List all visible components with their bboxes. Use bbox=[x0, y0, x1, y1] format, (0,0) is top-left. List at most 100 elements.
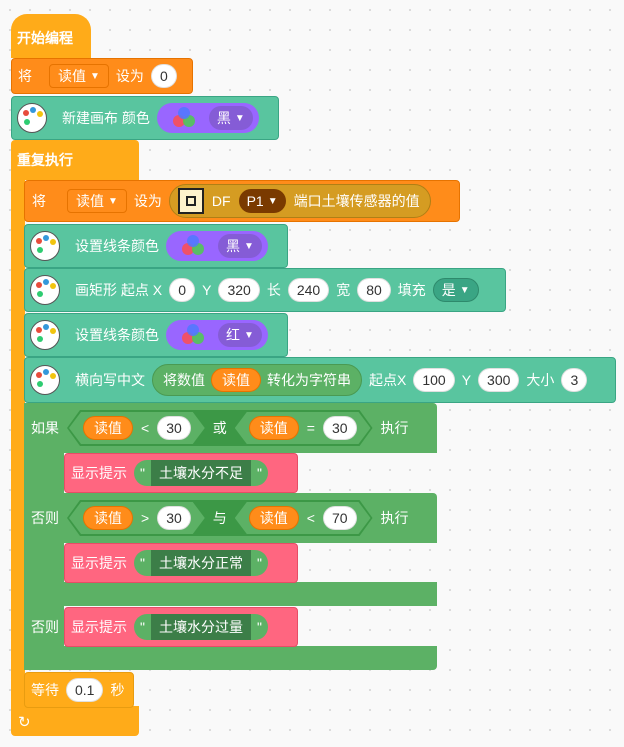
quote-open-icon: " bbox=[140, 619, 145, 635]
rect-width-label: 宽 bbox=[336, 282, 351, 298]
start-hat-label-row: 开始编程 bbox=[17, 24, 73, 52]
set-value-input[interactable]: 0 bbox=[150, 64, 177, 88]
palette-icon bbox=[30, 320, 60, 350]
text-y-input[interactable]: 300 bbox=[478, 368, 520, 392]
sensor-suffix: 端口土壤传感器的值 bbox=[293, 193, 420, 209]
tip-row-2: 显示提示 " 土壤水分正常 " bbox=[71, 549, 268, 577]
greater-than-condition[interactable]: 读值 > 30 bbox=[69, 502, 205, 534]
tip-text-input-3[interactable]: " 土壤水分过量 " bbox=[134, 614, 268, 640]
text-y-label: Y bbox=[461, 372, 472, 388]
cond3-value[interactable]: 30 bbox=[157, 506, 191, 530]
tip-label-1: 显示提示 bbox=[71, 465, 127, 481]
cond4-value[interactable]: 70 bbox=[323, 506, 357, 530]
convert-prefix: 将数值 bbox=[163, 372, 205, 388]
wait-row: 等待 0.1 秒 bbox=[31, 678, 124, 702]
tip-row-1: 显示提示 " 土壤水分不足 " bbox=[71, 459, 268, 487]
or-label: 或 bbox=[212, 420, 227, 436]
wait-value-input[interactable]: 0.1 bbox=[66, 678, 104, 702]
line-color-label-1: 设置线条颜色 bbox=[75, 238, 159, 254]
repeat-forever-arm bbox=[11, 180, 25, 710]
color-dropdown[interactable]: 黑 ▼ bbox=[208, 106, 253, 130]
if-label: 如果 bbox=[31, 420, 59, 436]
chevron-down-icon: ▼ bbox=[459, 284, 470, 296]
tip-row-3: 显示提示 " 土壤水分过量 " bbox=[71, 613, 268, 641]
cond1-variable[interactable]: 读值 bbox=[83, 416, 133, 440]
sensor-set-middle: 设为 bbox=[133, 193, 162, 209]
palette-icon bbox=[30, 365, 60, 395]
text-x-input[interactable]: 100 bbox=[413, 368, 455, 392]
set-sensor-row: 将 读值 ▼ 设为 DF P1 ▼ 端口土壤传感器的值 bbox=[32, 184, 431, 218]
line-color-label-2: 设置线条颜色 bbox=[75, 327, 159, 343]
less-than-condition[interactable]: 读值 < 30 bbox=[69, 412, 205, 444]
port-dropdown[interactable]: P1 ▼ bbox=[238, 189, 286, 213]
tip-text-1: 土壤水分不足 bbox=[150, 460, 251, 486]
chevron-down-icon: ▼ bbox=[90, 70, 100, 82]
wait-unit: 秒 bbox=[110, 682, 125, 698]
palette-icon bbox=[30, 231, 60, 261]
loop-arrow-icon: ↻ bbox=[18, 714, 31, 731]
color-dropdown-2[interactable]: 红 ▼ bbox=[218, 323, 262, 347]
convert-variable[interactable]: 读值 bbox=[211, 368, 261, 392]
write-text-label: 横向写中文 bbox=[75, 372, 145, 388]
cond1-value[interactable]: 30 bbox=[157, 416, 191, 440]
tip-label-2: 显示提示 bbox=[71, 555, 127, 571]
color-dropdown-label-1: 黑 bbox=[226, 238, 240, 254]
set-prefix: 将 bbox=[18, 68, 32, 84]
chevron-down-icon: ▼ bbox=[108, 195, 118, 207]
tip-text-2: 土壤水分正常 bbox=[150, 550, 251, 576]
cond4-variable[interactable]: 读值 bbox=[249, 506, 299, 530]
text-size-label: 大小 bbox=[526, 372, 555, 388]
rect-y-input[interactable]: 320 bbox=[218, 278, 260, 302]
else-if-label: 否则 bbox=[31, 510, 59, 526]
tip-label-3: 显示提示 bbox=[71, 619, 127, 635]
rect-width-input[interactable]: 80 bbox=[357, 278, 391, 302]
chevron-down-icon: ▼ bbox=[267, 195, 278, 207]
fill-dropdown[interactable]: 是 ▼ bbox=[432, 278, 479, 302]
chevron-down-icon: ▼ bbox=[244, 240, 254, 252]
if-row: 如果 读值 < 30 或 读值 = 30 执行 bbox=[31, 410, 409, 446]
and-label: 与 bbox=[212, 510, 227, 526]
rect-len-input[interactable]: 240 bbox=[287, 278, 330, 302]
soil-sensor-reporter[interactable]: DF P1 ▼ 端口土壤传感器的值 bbox=[168, 184, 431, 218]
less-than-condition-2[interactable]: 读值 < 70 bbox=[235, 502, 371, 534]
loop-icon-row: ↻ bbox=[18, 712, 31, 732]
else-if-row: 否则 读值 > 30 与 读值 < 70 执行 bbox=[31, 500, 409, 536]
color-picker[interactable]: 黑 ▼ bbox=[156, 103, 259, 133]
and-condition[interactable]: 读值 > 30 与 读值 < 70 bbox=[67, 500, 373, 536]
new-canvas-row: 新建画布 颜色 黑 ▼ bbox=[17, 102, 259, 134]
fill-dropdown-label: 是 bbox=[441, 282, 456, 298]
quote-close-icon: " bbox=[256, 619, 262, 635]
sensor-set-prefix: 将 bbox=[32, 193, 46, 209]
or-condition[interactable]: 读值 < 30 或 读值 = 30 bbox=[67, 410, 373, 446]
convert-suffix: 转化为字符串 bbox=[267, 372, 351, 388]
cond2-operator: = bbox=[306, 420, 315, 436]
tip-text-input-1[interactable]: " 土壤水分不足 " bbox=[134, 460, 268, 486]
text-size-input[interactable]: 3 bbox=[561, 368, 588, 392]
rect-len-label: 长 bbox=[266, 282, 281, 298]
equals-condition[interactable]: 读值 = 30 bbox=[235, 412, 371, 444]
tip-text-input-2[interactable]: " 土壤水分正常 " bbox=[134, 550, 268, 576]
cond4-operator: < bbox=[306, 510, 315, 526]
cond2-value[interactable]: 30 bbox=[323, 416, 357, 440]
cond3-operator: > bbox=[141, 510, 150, 526]
repeat-label-row: 重复执行 bbox=[17, 148, 73, 172]
else-bar-top bbox=[24, 582, 437, 606]
cond1-operator: < bbox=[141, 420, 150, 436]
else-label: 否则 bbox=[31, 619, 59, 635]
color-picker-1[interactable]: 黑 ▼ bbox=[166, 231, 268, 261]
to-string-reporter[interactable]: 将数值 读值 转化为字符串 bbox=[152, 364, 362, 396]
color-picker-2[interactable]: 红 ▼ bbox=[166, 320, 268, 350]
cond2-variable[interactable]: 读值 bbox=[249, 416, 299, 440]
sensor-variable-label: 读值 bbox=[76, 193, 104, 209]
set-variable-row: 将 读值 ▼ 设为 0 bbox=[18, 64, 177, 88]
quote-open-icon: " bbox=[140, 555, 145, 571]
rect-x-input[interactable]: 0 bbox=[169, 278, 196, 302]
sensor-variable-dropdown[interactable]: 读值 ▼ bbox=[67, 189, 127, 213]
rect-label: 画矩形 起点 X bbox=[75, 282, 163, 298]
rgb-circles-icon bbox=[182, 235, 204, 257]
set-middle: 设为 bbox=[115, 68, 144, 84]
color-dropdown-1[interactable]: 黑 ▼ bbox=[218, 234, 262, 258]
variable-dropdown[interactable]: 读值 ▼ bbox=[49, 64, 109, 88]
cond3-variable[interactable]: 读值 bbox=[83, 506, 133, 530]
start-hat-label: 开始编程 bbox=[17, 30, 73, 46]
